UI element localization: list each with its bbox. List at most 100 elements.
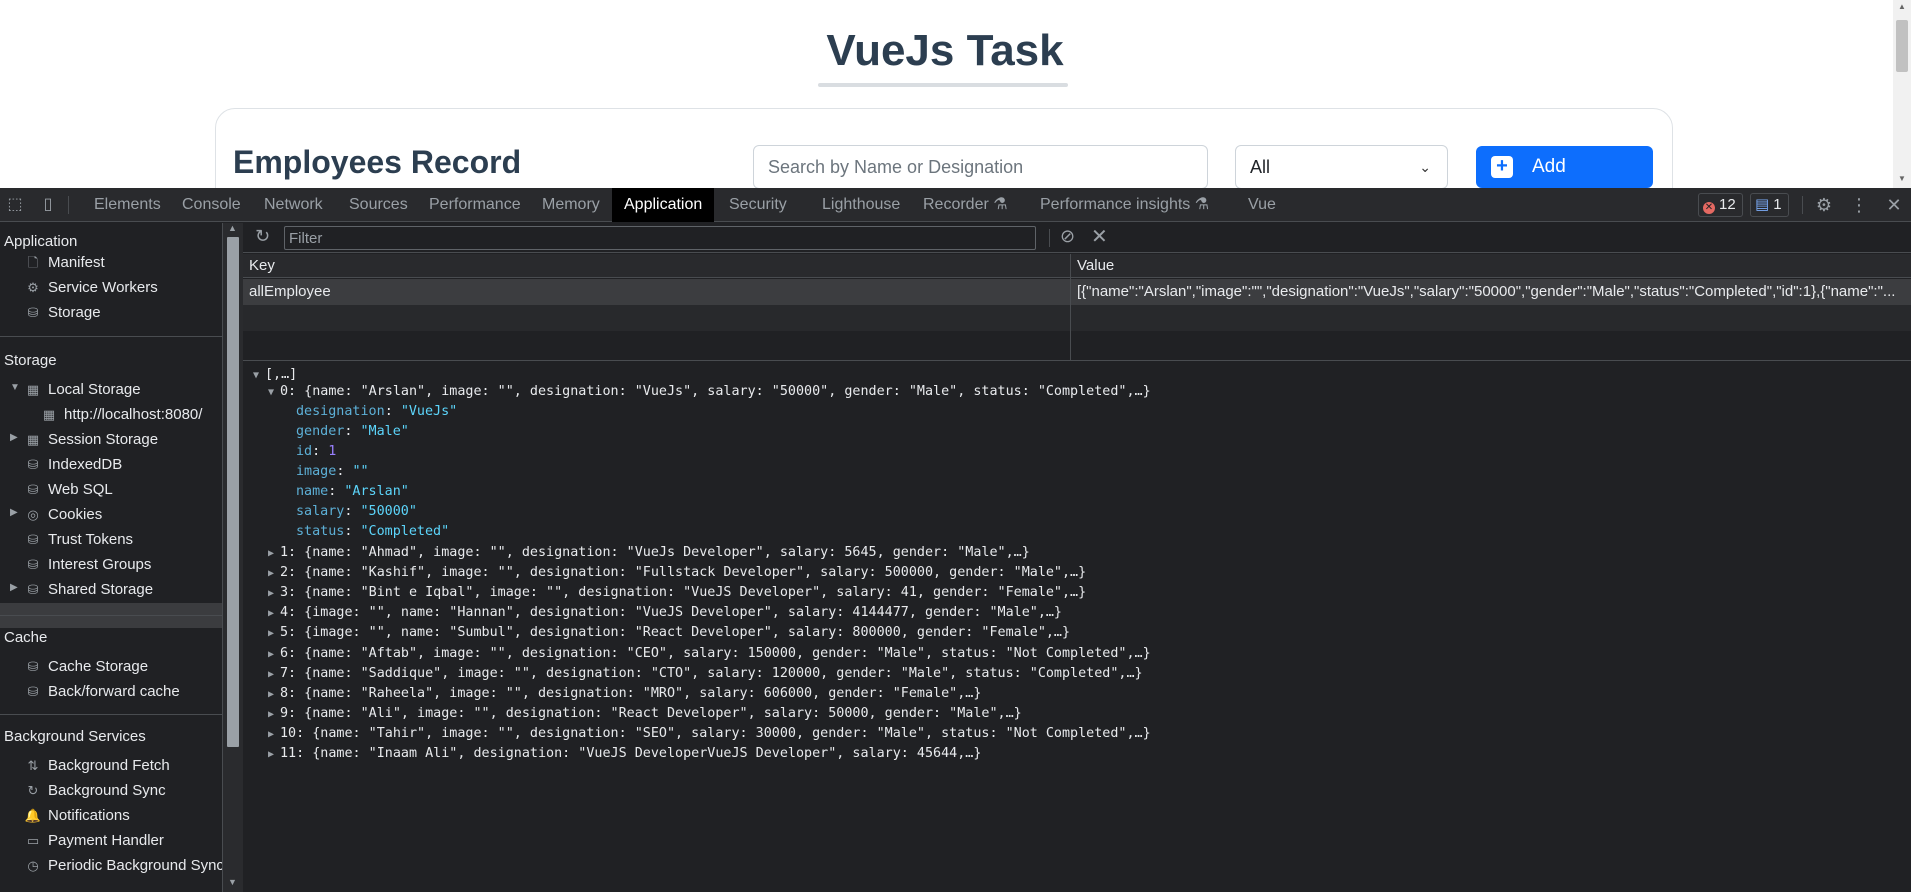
tree-item-collapsed[interactable]: ▶ 3: {name: "Bint e Iqbal", image: "", de… bbox=[268, 583, 1086, 603]
sync-icon: ↻ bbox=[27, 783, 39, 798]
column-header-key[interactable]: Key bbox=[243, 254, 1071, 278]
status-filter-select[interactable]: All ⌄ bbox=[1235, 145, 1448, 188]
tab-performance-insights-label: Performance insights bbox=[1040, 196, 1191, 213]
tab-performance-insights[interactable]: Performance insights ⚗ bbox=[1028, 188, 1221, 222]
tree-item-collapsed[interactable]: ▶ 1: {name: "Ahmad", image: "", designati… bbox=[268, 543, 1030, 563]
tab-vue[interactable]: Vue bbox=[1236, 188, 1288, 222]
message-count-badge[interactable]: ▤ 1 bbox=[1750, 193, 1789, 217]
sidebar-heading-background-services: Background Services bbox=[4, 728, 146, 745]
tree-property: status: "Completed" bbox=[296, 522, 449, 542]
tree-item-collapsed[interactable]: ▶ 4: {image: "", name: "Hannan", designat… bbox=[268, 603, 1062, 623]
tree-property: salary: "50000" bbox=[296, 502, 417, 522]
sidebar-item-localhost-origin[interactable]: ▦ http://localhost:8080/ bbox=[40, 403, 203, 427]
search-input[interactable] bbox=[753, 145, 1208, 188]
tree-item-collapsed[interactable]: ▶ 7: {name: "Saddique", image: "", design… bbox=[268, 664, 1143, 684]
tree-item-expanded[interactable]: ▼ 0: {name: "Arslan", image: "", designat… bbox=[268, 382, 1151, 402]
property-key: gender bbox=[296, 424, 345, 439]
sidebar-item-back-forward-cache[interactable]: ⛁ Back/forward cache bbox=[24, 680, 180, 704]
column-header-value[interactable]: Value bbox=[1071, 254, 1911, 278]
sidebar-item-web-sql[interactable]: ⛁ Web SQL bbox=[24, 478, 113, 502]
sidebar-item-trust-tokens[interactable]: ⛁ Trust Tokens bbox=[24, 528, 134, 552]
tab-memory[interactable]: Memory bbox=[530, 188, 612, 222]
table-cell-value[interactable]: [{"name":"Arslan","image":"","designatio… bbox=[1071, 280, 1909, 304]
sidebar-item-notifications[interactable]: 🔔 Notifications bbox=[24, 804, 130, 828]
property-separator: : bbox=[344, 504, 361, 519]
sidebar-item-storage[interactable]: ⛁ Storage bbox=[24, 301, 101, 325]
tree-item-collapsed[interactable]: ▶ 8: {name: "Raheela", image: "", designa… bbox=[268, 684, 981, 704]
tab-application[interactable]: Application bbox=[612, 188, 715, 222]
credit-card-icon: ▭ bbox=[26, 833, 40, 848]
inspect-element-icon[interactable]: ⬚ bbox=[4, 194, 26, 216]
sidebar-item-shared-storage[interactable]: ⛁ Shared Storage bbox=[24, 578, 154, 602]
scroll-down-icon[interactable]: ▼ bbox=[1898, 174, 1906, 183]
expand-triangle-icon: ▶ bbox=[268, 688, 275, 700]
sidebar-item-label: Service Workers bbox=[48, 279, 158, 296]
sidebar-scrollbar[interactable]: ▲ ▼ bbox=[223, 223, 243, 892]
sidebar-item-session-storage[interactable]: ▦ Session Storage bbox=[24, 428, 158, 452]
column-divider[interactable] bbox=[1070, 254, 1071, 361]
tab-console[interactable]: Console bbox=[170, 188, 253, 222]
sidebar-heading-application: Application bbox=[4, 233, 78, 250]
sidebar-item-cache-storage[interactable]: ⛁ Cache Storage bbox=[24, 655, 149, 679]
table-cell-key[interactable]: allEmployee bbox=[243, 280, 1063, 304]
tab-sources[interactable]: Sources bbox=[337, 188, 420, 222]
clear-all-icon[interactable]: ⊘ bbox=[1060, 226, 1075, 247]
expand-triangle-icon[interactable]: ▶ bbox=[10, 507, 18, 518]
sidebar-scroll-thumb[interactable] bbox=[227, 237, 239, 747]
tree-item-summary: 1: {name: "Ahmad", image: "", designatio… bbox=[280, 545, 1030, 560]
sidebar-item-manifest[interactable]: 🗋 Manifest bbox=[24, 251, 105, 275]
updown-arrows-icon: ⇅ bbox=[27, 758, 39, 773]
sidebar-item-service-workers[interactable]: ⚙ Service Workers bbox=[24, 276, 158, 300]
error-icon: ✕ bbox=[1703, 202, 1715, 214]
tree-item-collapsed[interactable]: ▶ 2: {name: "Kashif", image: "", designat… bbox=[268, 563, 1086, 583]
expand-triangle-icon: ▶ bbox=[268, 628, 275, 640]
tree-item-collapsed[interactable]: ▶ 9: {name: "Ali", image: "", designation… bbox=[268, 704, 1022, 724]
table-icon: ▦ bbox=[42, 407, 56, 422]
page-scroll-thumb[interactable] bbox=[1896, 20, 1908, 72]
sidebar-item-label: Web SQL bbox=[48, 481, 113, 498]
tab-recorder-label: Recorder bbox=[923, 196, 989, 213]
scroll-up-icon[interactable]: ▲ bbox=[228, 223, 237, 233]
expand-triangle-icon[interactable]: ▼ bbox=[10, 382, 20, 393]
more-options-icon[interactable]: ⋮ bbox=[1848, 194, 1870, 216]
property-value: "Male" bbox=[360, 424, 409, 439]
device-toolbar-icon[interactable]: ▯ bbox=[37, 194, 59, 216]
sidebar-item-background-fetch[interactable]: ⇅ Background Fetch bbox=[24, 754, 170, 778]
tree-item-collapsed[interactable]: ▶ 5: {image: "", name: "Sumbul", designat… bbox=[268, 623, 1070, 643]
error-count-badge[interactable]: ✕ 12 bbox=[1698, 193, 1743, 217]
tree-item-collapsed[interactable]: ▶ 11: {name: "Inaam Ali", designation: "V… bbox=[268, 744, 981, 764]
refresh-icon[interactable]: ↻ bbox=[255, 226, 270, 247]
scroll-up-icon[interactable]: ▲ bbox=[1898, 2, 1906, 11]
expand-triangle-icon[interactable]: ▶ bbox=[10, 432, 18, 443]
sidebar-item-cookies[interactable]: ◎ Cookies bbox=[24, 503, 102, 527]
filter-input[interactable] bbox=[284, 226, 1036, 250]
tab-security[interactable]: Security bbox=[717, 188, 799, 222]
property-separator: : bbox=[336, 464, 353, 479]
tab-lighthouse[interactable]: Lighthouse bbox=[810, 188, 912, 222]
gear-icon[interactable]: ⚙ bbox=[1813, 194, 1835, 216]
sidebar-item-background-sync[interactable]: ↻ Background Sync bbox=[24, 779, 166, 803]
sidebar-item-local-storage[interactable]: ▦ Local Storage bbox=[24, 378, 141, 402]
delete-selected-icon[interactable]: ✕ bbox=[1091, 224, 1108, 249]
sidebar-item-label: Session Storage bbox=[48, 431, 159, 448]
sidebar-item-periodic-background-sync[interactable]: ◷ Periodic Background Sync bbox=[24, 854, 222, 878]
tab-elements[interactable]: Elements bbox=[82, 188, 173, 222]
sidebar-item-indexeddb[interactable]: ⛁ IndexedDB bbox=[24, 453, 123, 477]
tree-item-collapsed[interactable]: ▶ 6: {name: "Aftab", image: "", designati… bbox=[268, 644, 1151, 664]
sidebar-item-interest-groups[interactable]: ⛁ Interest Groups bbox=[24, 553, 152, 577]
sidebar-item-label: Cache Storage bbox=[48, 658, 149, 675]
expand-triangle-icon[interactable]: ▶ bbox=[10, 582, 18, 593]
sidebar-item-payment-handler[interactable]: ▭ Payment Handler bbox=[24, 829, 164, 853]
scroll-down-icon[interactable]: ▼ bbox=[228, 877, 237, 887]
tree-item-summary: 7: {name: "Saddique", image: "", designa… bbox=[280, 665, 1143, 681]
tab-performance[interactable]: Performance bbox=[417, 188, 533, 222]
add-employee-button[interactable]: + Add Employee bbox=[1476, 146, 1653, 188]
flask-icon: ⚗ bbox=[993, 196, 1008, 213]
error-count: 12 bbox=[1719, 196, 1736, 213]
database-icon: ⛁ bbox=[27, 684, 39, 699]
page-scrollbar[interactable]: ▲ ▼ bbox=[1893, 0, 1911, 188]
close-icon[interactable]: ✕ bbox=[1883, 194, 1905, 216]
tab-recorder[interactable]: Recorder ⚗ bbox=[911, 188, 1020, 222]
tree-item-collapsed[interactable]: ▶ 10: {name: "Tahir", image: "", designat… bbox=[268, 724, 1151, 744]
tab-network[interactable]: Network bbox=[252, 188, 335, 222]
